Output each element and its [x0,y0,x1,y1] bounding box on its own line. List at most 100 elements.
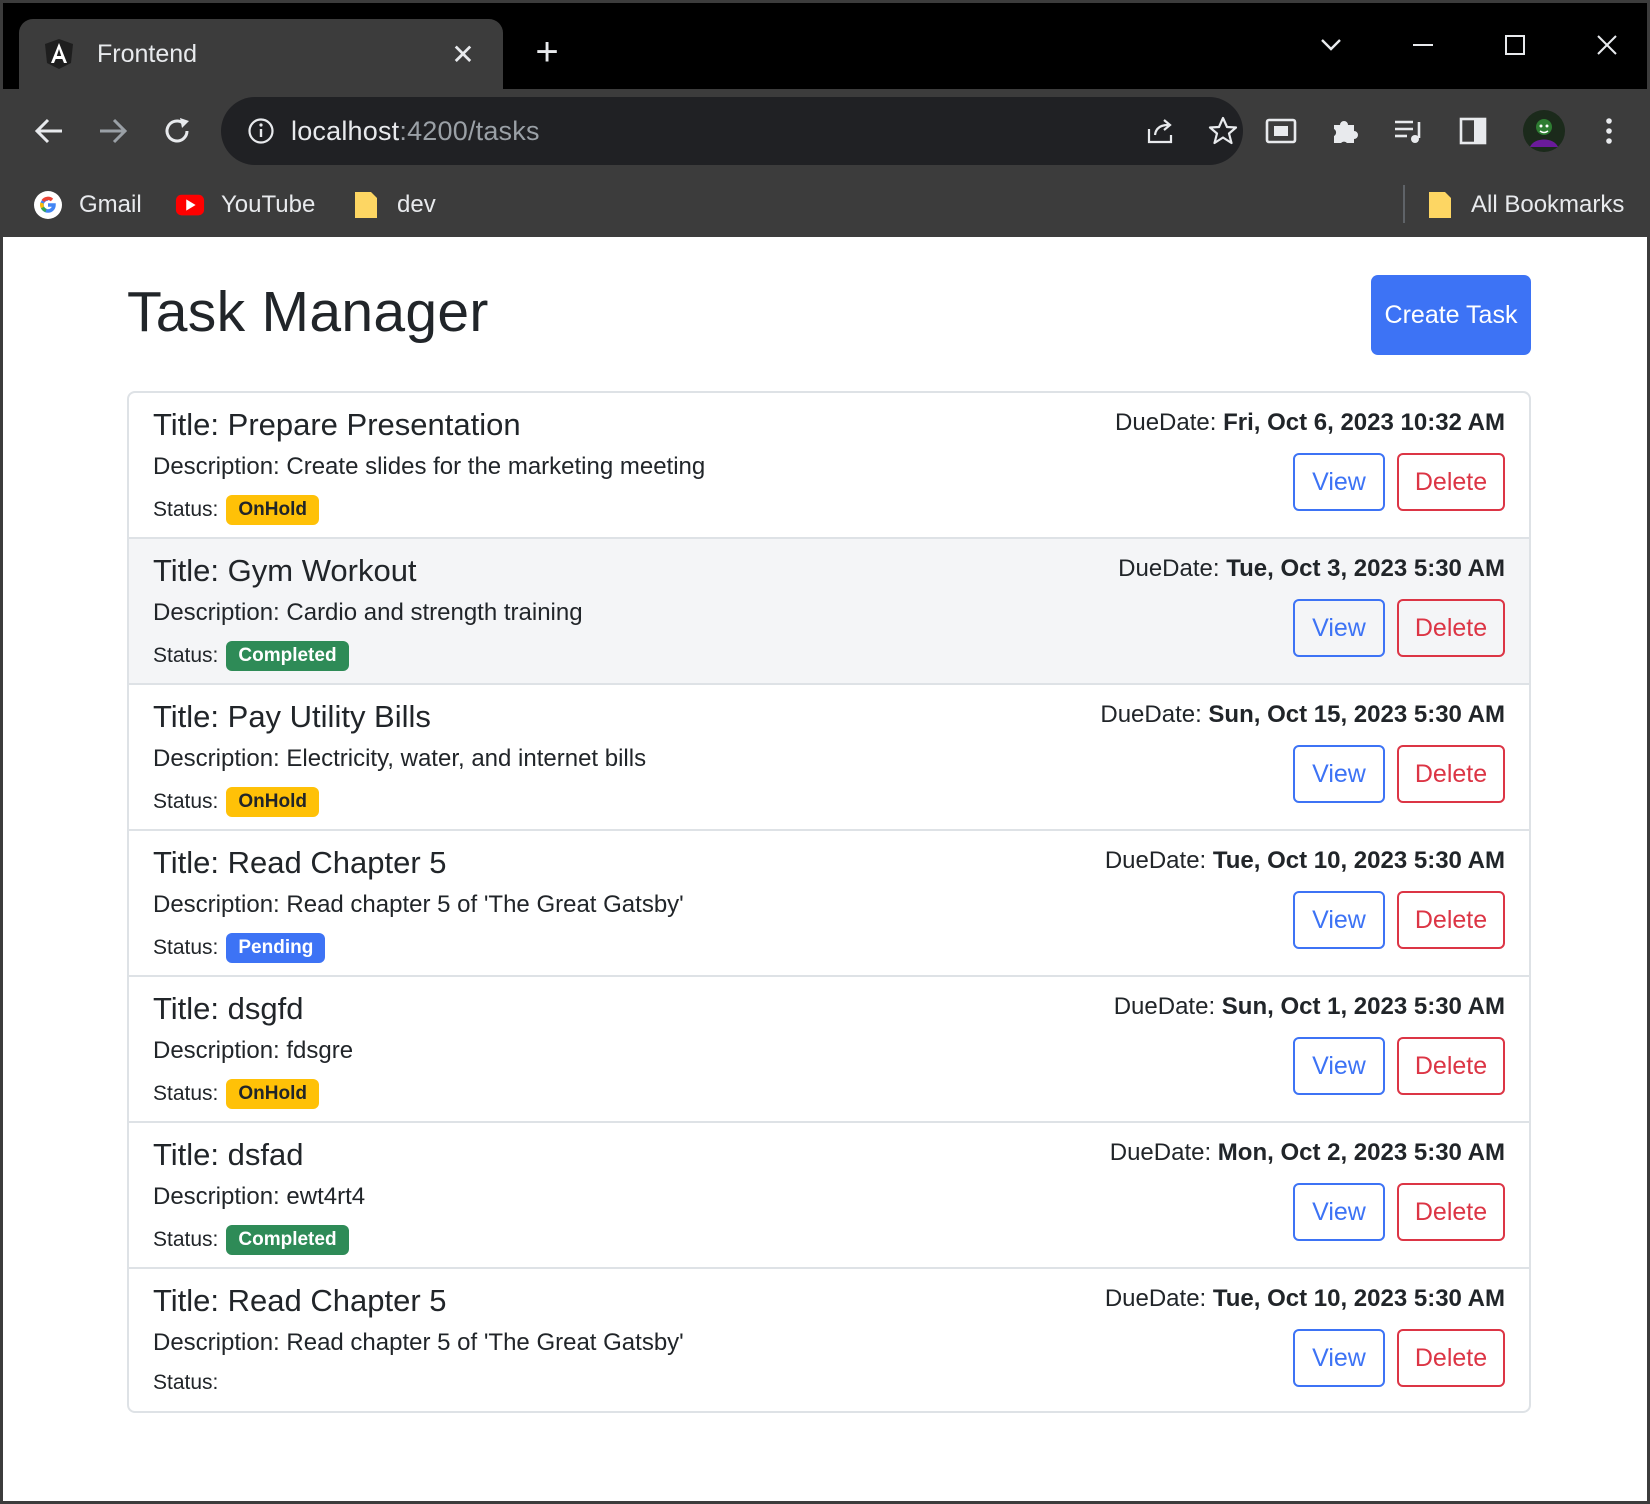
task-description: Description: Cardio and strength trainin… [153,599,583,626]
task-due-date: DueDate: Fri, Oct 6, 2023 10:32 AM [1115,409,1505,437]
share-icon[interactable] [1139,109,1183,153]
back-icon[interactable] [27,109,71,153]
delete-button[interactable]: Delete [1397,453,1505,511]
view-button[interactable]: View [1293,1329,1385,1387]
bookmark-dev[interactable]: dev [351,187,436,223]
task-due-date: DueDate: Tue, Oct 10, 2023 5:30 AM [1105,1285,1505,1313]
due-value: Sun, Oct 15, 2023 5:30 AM [1208,701,1505,728]
extensions-icon[interactable] [1323,109,1367,153]
delete-button[interactable]: Delete [1397,1329,1505,1387]
status-label: Status: [153,790,219,813]
task-item: Title: Gym Workout Description: Cardio a… [129,539,1529,685]
task-status: Status: Completed [153,1225,349,1255]
due-label: DueDate: [1104,847,1207,874]
all-bookmarks[interactable]: All Bookmarks [1425,187,1624,223]
view-button[interactable]: View [1293,891,1385,949]
task-title: Title: Gym Workout [153,553,417,588]
task-title: Title: Read Chapter 5 [153,1283,447,1318]
task-item: Title: Prepare Presentation Description:… [129,393,1529,539]
maximize-icon[interactable] [1491,25,1539,65]
task-status: Status: OnHold [153,1079,319,1109]
bookmark-star-icon[interactable] [1201,109,1245,153]
view-button[interactable]: View [1293,599,1385,657]
bookmark-gmail[interactable]: Gmail [33,187,142,223]
side-panel-icon[interactable] [1451,109,1495,153]
task-status: Status: [153,1371,218,1395]
task-item: Title: dsgfd Description: fdsgre Status:… [129,977,1529,1123]
status-badge: Completed [226,1225,349,1255]
address-bar[interactable]: localhost:4200/tasks [221,97,1243,165]
picture-in-picture-icon[interactable] [1259,109,1303,153]
task-due-date: DueDate: Sun, Oct 1, 2023 5:30 AM [1114,993,1505,1021]
due-label: DueDate: [1104,1285,1207,1312]
due-label: DueDate: [1109,1139,1212,1166]
due-value: Mon, Oct 2, 2023 5:30 AM [1217,1139,1505,1166]
google-icon [33,190,63,220]
task-item: Title: Read Chapter 5 Description: Read … [129,1269,1529,1411]
profile-avatar[interactable] [1521,108,1567,154]
due-value: Tue, Oct 3, 2023 5:30 AM [1226,555,1505,582]
tab-strip: Frontend ✕ + [3,3,1647,89]
task-due-date: DueDate: Sun, Oct 15, 2023 5:30 AM [1100,701,1505,729]
minimize-icon[interactable] [1399,25,1447,65]
task-description: Description: Electricity, water, and int… [153,745,647,772]
view-button[interactable]: View [1293,745,1385,803]
new-tab-icon[interactable]: + [527,32,567,73]
close-window-icon[interactable] [1583,25,1631,65]
folder-icon [351,190,381,220]
tab-title: Frontend [97,39,198,68]
url-text: localhost:4200/tasks [291,97,540,165]
delete-button[interactable]: Delete [1397,891,1505,949]
bookmarks-bar: Gmail YouTube dev All Bookmarks [3,173,1647,237]
delete-button[interactable]: Delete [1397,1037,1505,1095]
task-item: Title: dsfad Description: ewt4rt4 Status… [129,1123,1529,1269]
status-label: Status: [153,1371,219,1394]
delete-button[interactable]: Delete [1397,1183,1505,1241]
due-label: DueDate: [1115,409,1217,436]
youtube-icon [175,190,205,220]
due-value: Tue, Oct 10, 2023 5:30 AM [1212,847,1505,874]
delete-button[interactable]: Delete [1397,745,1505,803]
url-path: :4200/tasks [399,116,540,146]
status-badge: OnHold [226,787,319,817]
forward-icon[interactable] [91,109,135,153]
create-task-button[interactable]: Create Task [1371,275,1531,355]
task-status: Status: Completed [153,641,349,671]
task-item: Title: Pay Utility Bills Description: El… [129,685,1529,831]
due-label: DueDate: [1100,701,1202,728]
bookmark-youtube[interactable]: YouTube [175,187,315,223]
menu-icon[interactable] [1587,109,1631,153]
task-description: Description: Read chapter 5 of 'The Grea… [153,891,684,918]
task-status: Status: Pending [153,933,326,963]
browser-tab[interactable]: Frontend ✕ [19,19,503,89]
bookmark-label: Gmail [79,191,142,218]
task-due-date: DueDate: Tue, Oct 10, 2023 5:30 AM [1105,847,1505,875]
due-label: DueDate: [1113,993,1216,1020]
bookmark-label: YouTube [221,191,316,218]
status-badge: OnHold [226,1079,319,1109]
status-label: Status: [153,936,219,959]
task-due-date: DueDate: Tue, Oct 3, 2023 5:30 AM [1118,555,1505,583]
bookmark-label: dev [397,191,436,218]
reload-icon[interactable] [155,109,199,153]
status-label: Status: [153,1082,219,1105]
page-content: Task Manager Create Task Title: Prepare … [3,237,1647,1501]
task-status: Status: OnHold [153,787,319,817]
media-control-icon[interactable] [1387,109,1431,153]
page-title: Task Manager [127,280,489,344]
task-description: Description: Read chapter 5 of 'The Grea… [153,1329,684,1356]
browser-toolbar: localhost:4200/tasks [3,89,1647,173]
task-title: Title: Pay Utility Bills [153,699,431,734]
tab-close-icon[interactable]: ✕ [447,38,479,71]
view-button[interactable]: View [1293,1037,1385,1095]
task-title: Title: Read Chapter 5 [153,845,447,880]
site-info-icon[interactable] [243,113,279,149]
task-description: Description: ewt4rt4 [153,1183,366,1210]
delete-button[interactable]: Delete [1397,599,1505,657]
browser-window: Frontend ✕ + localhost:4200/tasks Gmail … [0,0,1650,1504]
view-button[interactable]: View [1293,453,1385,511]
tab-search-icon[interactable] [1307,25,1355,65]
status-label: Status: [153,498,219,521]
view-button[interactable]: View [1293,1183,1385,1241]
task-description: Description: Create slides for the marke… [153,453,706,480]
